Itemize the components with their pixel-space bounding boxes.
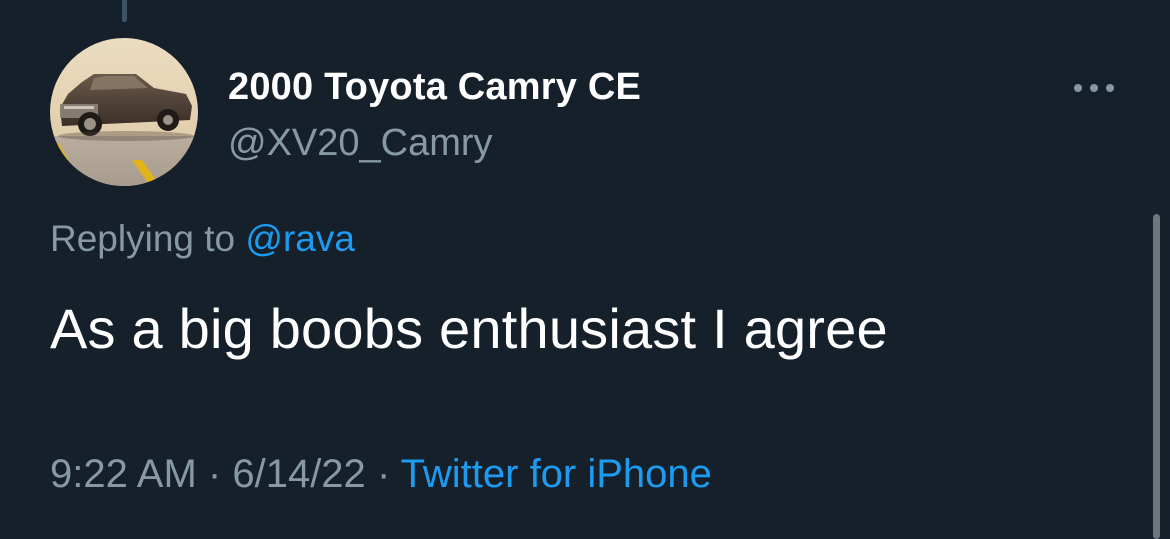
avatar[interactable]	[50, 38, 198, 186]
car-photo-avatar	[50, 38, 198, 186]
author-handle[interactable]: @XV20_Camry	[228, 122, 493, 165]
more-options-button[interactable]	[1066, 76, 1122, 100]
author-name[interactable]: 2000 Toyota Camry CE	[228, 66, 641, 109]
replying-to-line: Replying to @rava	[50, 218, 355, 260]
scrollbar[interactable]	[1153, 214, 1160, 539]
more-horizontal-icon	[1074, 84, 1114, 92]
tweet-source-link[interactable]: Twitter for iPhone	[401, 452, 712, 496]
tweet-time[interactable]: 9:22 AM	[50, 452, 197, 496]
mention-link[interactable]: @rava	[245, 218, 355, 259]
replying-prefix: Replying to	[50, 218, 236, 259]
thread-connector-line	[122, 0, 127, 22]
meta-separator: ·	[376, 452, 391, 496]
tweet-metadata: 9:22 AM · 6/14/22 · Twitter for iPhone	[50, 452, 712, 497]
tweet-text: As a big boobs enthusiast I agree	[50, 297, 888, 360]
tweet-date[interactable]: 6/14/22	[232, 452, 365, 496]
meta-separator: ·	[207, 452, 222, 496]
